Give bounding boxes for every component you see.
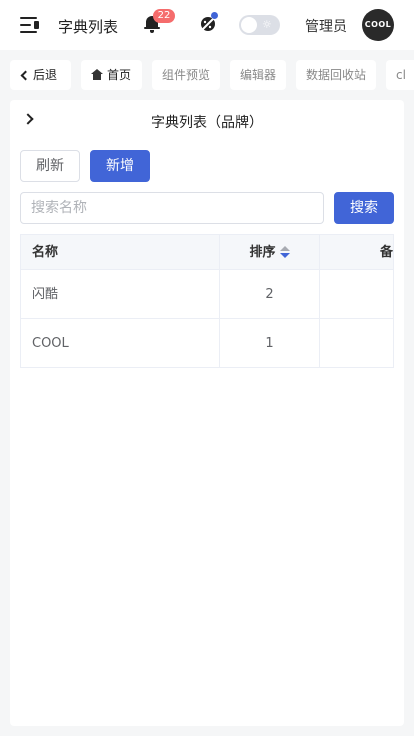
user-name[interactable]: 管理员: [305, 16, 347, 36]
tab-label: 首页: [107, 68, 132, 82]
tab-label: 后退: [33, 68, 58, 82]
chevron-left-icon: [20, 70, 31, 81]
sort-icon[interactable]: [279, 245, 290, 259]
dictionary-table: 名称 排序 备 闪酷 2 COOL 1: [20, 234, 394, 368]
tab-editor[interactable]: 编辑器: [230, 60, 286, 90]
column-header-remark: 备: [380, 245, 394, 260]
card-header: 字典列表（品牌）: [10, 100, 404, 140]
cell-remark: [320, 319, 393, 367]
tab-bar: 后退 首页 组件预览 编辑器 数据回收站 cl: [10, 60, 414, 90]
avatar[interactable]: COOL: [362, 9, 394, 41]
tab-partial[interactable]: cl: [386, 60, 414, 90]
tab-back[interactable]: 后退: [10, 60, 71, 90]
palette-icon[interactable]: [199, 12, 218, 33]
card-title: 字典列表（品牌）: [151, 115, 263, 131]
column-header-sort[interactable]: 排序: [220, 235, 320, 269]
tab-label: cl: [396, 68, 406, 82]
content-card: 字典列表（品牌） 刷新 新增 搜索 名称 排序 备 闪酷 2 COOL 1: [10, 100, 404, 726]
cell-sort: 1: [220, 319, 320, 367]
tab-home[interactable]: 首页: [81, 60, 142, 90]
notification-badge: 22: [153, 9, 175, 23]
tab-label: 编辑器: [240, 68, 277, 82]
cell-remark: [320, 270, 393, 318]
table-row[interactable]: COOL 1: [21, 319, 393, 367]
tab-label: 数据回收站: [306, 68, 367, 82]
table-row[interactable]: 闪酷 2: [21, 270, 393, 319]
top-bar: 字典列表 22 ☼ 管理员 COOL: [0, 0, 414, 50]
column-header-name: 名称: [21, 235, 220, 269]
search-input[interactable]: [20, 192, 324, 224]
tab-component-preview[interactable]: 组件预览: [152, 60, 220, 90]
toggle-knob: [241, 17, 257, 33]
cell-sort: 2: [220, 270, 320, 318]
home-icon: [91, 69, 103, 80]
refresh-button[interactable]: 刷新: [20, 150, 80, 182]
add-button[interactable]: 新增: [90, 150, 150, 182]
menu-collapse-icon[interactable]: [20, 16, 40, 34]
sun-icon: ☼: [262, 18, 272, 31]
theme-toggle[interactable]: ☼: [239, 15, 280, 35]
palette-indicator-dot: [211, 12, 218, 19]
search-button[interactable]: 搜索: [334, 192, 394, 224]
column-header-label: 排序: [249, 245, 276, 260]
cell-name: COOL: [21, 319, 220, 367]
table-header-row: 名称 排序 备: [21, 235, 394, 270]
page-title: 字典列表: [58, 18, 119, 36]
tab-recycle-bin[interactable]: 数据回收站: [296, 60, 376, 90]
cell-name: 闪酷: [21, 270, 220, 318]
tab-label: 组件预览: [162, 68, 211, 82]
